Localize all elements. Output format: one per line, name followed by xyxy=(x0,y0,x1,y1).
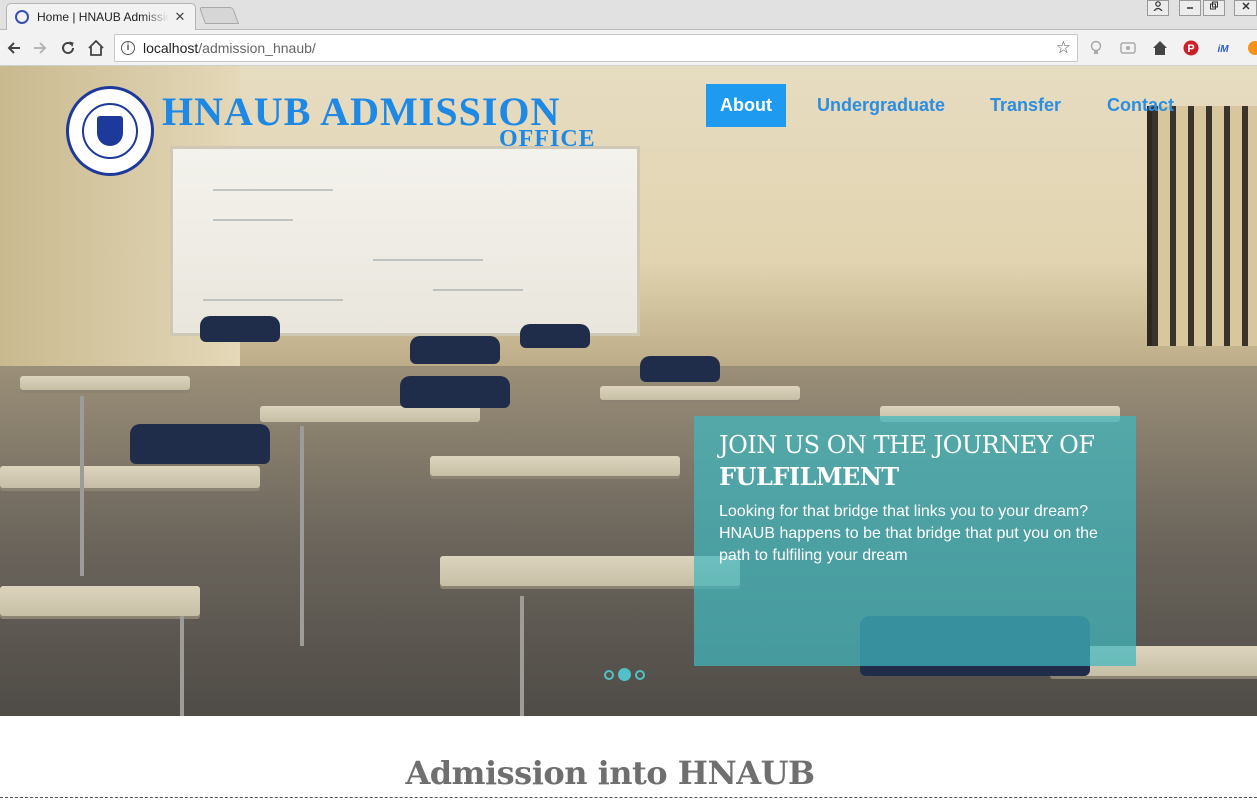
address-bar[interactable]: i localhost/admission_hnaub/ ☆ xyxy=(114,34,1078,62)
url-text: localhost/admission_hnaub/ xyxy=(143,40,316,56)
browser-tabstrip: Home | HNAUB Admission ✕ xyxy=(0,0,1257,30)
hero-heading: JOIN US ON THE JOURNEY OF FULFILMENT xyxy=(719,430,1111,492)
bitcoin-icon[interactable] xyxy=(1244,39,1257,57)
hero-whiteboard xyxy=(170,146,640,336)
nav-about[interactable]: About xyxy=(706,84,786,127)
minimize-button[interactable] xyxy=(1179,0,1201,16)
url-path: /admission_hnaub/ xyxy=(198,40,316,56)
close-icon[interactable]: ✕ xyxy=(173,10,187,24)
window-close-button[interactable] xyxy=(1234,0,1257,16)
hero-body: Looking for that bridge that links you t… xyxy=(719,503,1098,564)
logo-inner-ring xyxy=(82,103,138,159)
hero-door xyxy=(1147,106,1257,346)
home-ext-icon[interactable] xyxy=(1151,39,1169,57)
section-title: Admission into HNAUB xyxy=(405,754,815,792)
lightbulb-icon[interactable] xyxy=(1087,39,1105,57)
tab-title: Home | HNAUB Admission xyxy=(37,10,169,24)
slider-dot-3[interactable] xyxy=(635,669,645,680)
star-icon[interactable]: ☆ xyxy=(1056,38,1071,58)
user-icon[interactable] xyxy=(1147,0,1169,16)
svg-text:P: P xyxy=(1187,43,1194,55)
nav-contact[interactable]: Contact xyxy=(1107,84,1174,127)
slider-dot-1[interactable] xyxy=(604,669,614,680)
slider-dot-2[interactable] xyxy=(618,668,631,681)
nav-transfer[interactable]: Transfer xyxy=(990,84,1061,127)
pinterest-icon[interactable]: P xyxy=(1182,39,1200,57)
university-logo[interactable] xyxy=(66,86,154,176)
new-tab-button[interactable] xyxy=(198,7,240,24)
brand-subtitle: OFFICE xyxy=(499,126,596,152)
reload-icon[interactable] xyxy=(56,36,80,60)
url-host: localhost xyxy=(143,40,199,56)
hero-heading-line1: JOIN US ON THE JOURNEY OF xyxy=(719,431,1095,459)
slider-dots xyxy=(604,668,645,681)
home-icon[interactable] xyxy=(84,36,108,60)
restore-button[interactable] xyxy=(1203,0,1225,16)
forward-icon[interactable] xyxy=(28,36,52,60)
browser-tab[interactable]: Home | HNAUB Admission ✕ xyxy=(6,3,196,30)
info-icon[interactable]: i xyxy=(121,41,135,55)
imacros-icon[interactable]: iM xyxy=(1214,39,1232,57)
hero-heading-line2: FULFILMENT xyxy=(719,462,899,491)
logo-shield-icon xyxy=(97,116,123,146)
nav-undergraduate[interactable]: Undergraduate xyxy=(817,84,945,127)
site-favicon-icon xyxy=(15,10,29,24)
browser-toolbar: i localhost/admission_hnaub/ ☆ P iM xyxy=(0,30,1257,66)
extension-icon[interactable] xyxy=(1119,39,1137,57)
back-icon[interactable] xyxy=(2,36,26,60)
svg-text:iM: iM xyxy=(1217,44,1229,55)
hero-caption: JOIN US ON THE JOURNEY OF FULFILMENT Loo… xyxy=(694,416,1136,666)
